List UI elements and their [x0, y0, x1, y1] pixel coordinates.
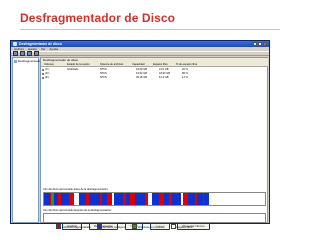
- legend-swatch: [170, 224, 176, 229]
- col-porcentaje-libre[interactable]: % de espacio libre: [176, 63, 197, 67]
- legend-swatch: [132, 224, 138, 229]
- row-free-pct: 14 %: [182, 76, 188, 79]
- legend-item: Archivos contiguos: [96, 224, 127, 229]
- disk-segment: [79, 193, 87, 205]
- minimize-button[interactable]: [253, 42, 257, 46]
- title-underline: [20, 29, 280, 30]
- properties-icon[interactable]: [27, 51, 32, 56]
- drive-icon: [42, 73, 44, 75]
- details-pane: Desfragmentador de disco Volumen Estado …: [40, 57, 268, 223]
- row-capacity: 35,18 GB: [136, 76, 147, 79]
- app-icon: [13, 42, 17, 46]
- console-tree: Desfragmentador de disco: [12, 57, 53, 223]
- disk-usage-before-bar: [43, 192, 266, 206]
- disk-segment: [172, 193, 181, 205]
- disk-segment: [152, 193, 160, 205]
- col-capacidad[interactable]: Capacidad: [132, 63, 144, 67]
- back-icon[interactable]: [13, 51, 18, 56]
- defrag-icon: [14, 59, 17, 63]
- close-button[interactable]: [263, 42, 267, 46]
- before-label: Uso del disco aproximado antes de la des…: [43, 188, 109, 191]
- disk-segment: [187, 193, 195, 205]
- drive-icon: [42, 77, 44, 79]
- col-espacio-libre[interactable]: Espacio libre: [153, 63, 168, 67]
- toolbar: [11, 51, 269, 56]
- help-icon[interactable]: [34, 51, 39, 56]
- legend-swatch: [56, 224, 61, 229]
- legend-item: Espacio libre: [170, 224, 193, 229]
- col-sistema[interactable]: Sistema de archivos: [100, 63, 123, 67]
- legend-label: Espacio libre: [176, 224, 193, 229]
- defrag-window: Desfragmentador de disco Archivo Acción …: [10, 40, 270, 230]
- volume-row[interactable]: (E:) NTFS 35,18 GB 5,13 GB 14 %: [41, 76, 268, 80]
- after-label: Uso del disco aproximado después de la d…: [43, 209, 112, 212]
- legend-label: Archivos fragmentados: [62, 224, 91, 229]
- legend-item: Archivos fragmentados: [56, 224, 91, 229]
- disk-segment: [208, 193, 265, 205]
- row-free: 5,13 GB: [159, 76, 169, 79]
- col-volumen[interactable]: Volumen: [44, 63, 54, 67]
- column-headers: Volumen Estado de la sesión Sistema de a…: [41, 63, 268, 67]
- legend-label: Archivos no movibles: [138, 224, 165, 229]
- disk-segment: [60, 193, 70, 205]
- slide-title: Desfragmentador de Disco: [20, 11, 176, 25]
- legend-label: Archivos contiguos: [102, 224, 127, 229]
- disk-segment: [89, 193, 101, 205]
- disk-usage-after-bar: [43, 213, 266, 223]
- row-volume: (E:): [45, 76, 50, 79]
- col-estado[interactable]: Estado de la sesión: [67, 63, 90, 67]
- legend-item: Archivos no movibles: [132, 224, 165, 229]
- legend-swatch: [96, 224, 102, 229]
- disk-segment: [135, 193, 146, 205]
- window-title: Desfragmentador de disco: [19, 42, 62, 46]
- row-fs: NTFS: [100, 76, 107, 79]
- legend: Archivos fragmentados Archivos contiguos…: [56, 224, 193, 229]
- drive-icon: [42, 69, 44, 71]
- disk-segment: [114, 193, 123, 205]
- maximize-button[interactable]: [258, 42, 262, 46]
- forward-icon[interactable]: [20, 51, 25, 56]
